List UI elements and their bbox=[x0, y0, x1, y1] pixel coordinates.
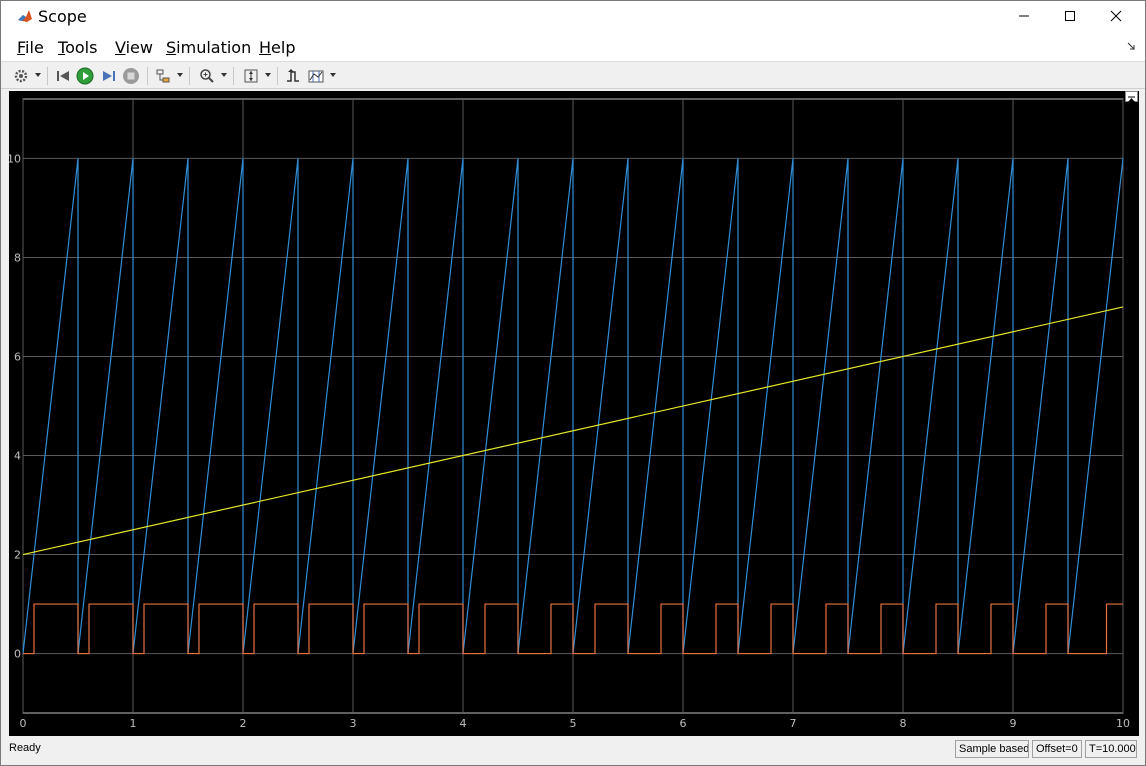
x-tick-label: 10 bbox=[1116, 717, 1130, 730]
menu-simulation[interactable]: Simulation bbox=[166, 38, 251, 57]
series-line-1 bbox=[22, 158, 1124, 654]
window-title: Scope bbox=[38, 7, 87, 26]
menu-view[interactable]: View bbox=[115, 38, 153, 57]
x-tick-label: 6 bbox=[680, 717, 687, 730]
dock-arrow-icon[interactable] bbox=[1127, 42, 1135, 50]
x-tick-label: 0 bbox=[20, 717, 27, 730]
toolbar-separator bbox=[147, 67, 148, 85]
step-back-icon[interactable] bbox=[53, 66, 73, 86]
settings-icon[interactable] bbox=[11, 66, 31, 86]
menu-file[interactable]: File bbox=[17, 38, 44, 57]
scale-axes-icon[interactable] bbox=[241, 66, 261, 86]
close-icon bbox=[1110, 10, 1122, 22]
settings-dropdown-arrow[interactable] bbox=[35, 73, 41, 77]
scope-window: Scope File Tools View Simulation Help 0 … bbox=[0, 0, 1146, 766]
scale-dropdown-arrow[interactable] bbox=[265, 73, 271, 77]
status-sample-based: Sample based bbox=[955, 740, 1029, 758]
status-offset: Offset=0 bbox=[1032, 740, 1082, 758]
maximize-button[interactable] bbox=[1047, 1, 1093, 31]
y-tick-label: 0 bbox=[14, 648, 21, 661]
status-time: T=10.000 bbox=[1085, 740, 1137, 758]
measurements-dropdown-arrow[interactable] bbox=[330, 73, 336, 77]
status-bar: Ready Sample based Offset=0 T=10.000 bbox=[1, 737, 1145, 763]
matlab-logo-icon bbox=[17, 8, 33, 24]
maximize-icon bbox=[1065, 11, 1075, 21]
step-forward-icon[interactable] bbox=[99, 66, 119, 86]
title-bar[interactable]: Scope bbox=[1, 1, 1145, 31]
minimize-icon bbox=[1019, 15, 1029, 17]
menu-tools[interactable]: Tools bbox=[58, 38, 97, 57]
x-tick-label: 3 bbox=[350, 717, 357, 730]
menu-bar: File Tools View Simulation Help bbox=[1, 31, 1145, 61]
zoom-dropdown-arrow[interactable] bbox=[221, 73, 227, 77]
toolbar-separator bbox=[189, 67, 190, 85]
x-tick-label: 9 bbox=[1010, 717, 1017, 730]
zoom-icon[interactable] bbox=[197, 66, 217, 86]
highlight-dropdown-arrow[interactable] bbox=[177, 73, 183, 77]
series-line-3 bbox=[23, 603, 1123, 655]
toolbar-separator bbox=[47, 67, 48, 85]
y-tick-label: 10 bbox=[9, 152, 21, 165]
y-tick-label: 2 bbox=[14, 549, 21, 562]
y-tick-label: 4 bbox=[14, 450, 21, 463]
y-tick-label: 8 bbox=[14, 251, 21, 264]
status-ready: Ready bbox=[9, 742, 41, 754]
scope-axes[interactable]: 0 1 2 3 4 5 6 7 8 9 10 0 2 4 6 8 10 bbox=[9, 91, 1139, 736]
close-button[interactable] bbox=[1093, 1, 1139, 31]
x-tick-label: 2 bbox=[240, 717, 247, 730]
x-tick-label: 5 bbox=[570, 717, 577, 730]
x-tick-label: 8 bbox=[900, 717, 907, 730]
toolbar-separator bbox=[277, 67, 278, 85]
menu-help[interactable]: Help bbox=[259, 38, 295, 57]
stop-icon[interactable] bbox=[121, 66, 141, 86]
highlight-block-icon[interactable] bbox=[153, 66, 173, 86]
cursor-measurements-icon[interactable] bbox=[306, 66, 326, 86]
plot-area[interactable]: 0 1 2 3 4 5 6 7 8 9 10 0 2 4 6 8 10 bbox=[9, 91, 1139, 736]
triggers-icon[interactable] bbox=[283, 66, 303, 86]
x-tick-label: 1 bbox=[130, 717, 137, 730]
y-tick-label: 6 bbox=[14, 350, 21, 363]
run-icon[interactable] bbox=[75, 66, 95, 86]
toolbar bbox=[1, 61, 1145, 89]
minimize-button[interactable] bbox=[1001, 1, 1047, 31]
undock-axes-icon[interactable] bbox=[1125, 91, 1138, 104]
x-tick-label: 7 bbox=[790, 717, 797, 730]
x-tick-label: 4 bbox=[460, 717, 467, 730]
toolbar-separator bbox=[233, 67, 234, 85]
